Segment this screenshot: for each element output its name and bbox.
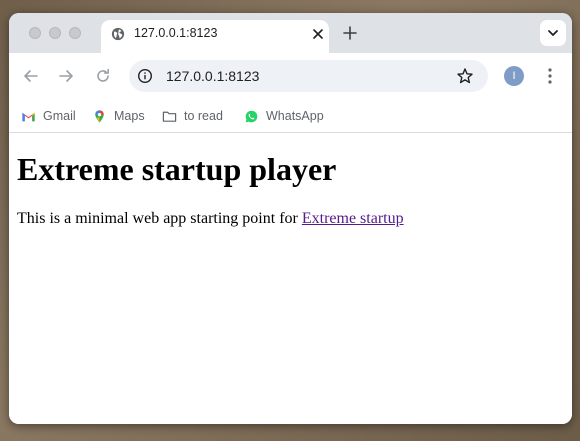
bookmarks-bar: Gmail Maps to read WhatsApp (9, 99, 572, 133)
profile-avatar[interactable]: I (504, 66, 524, 86)
more-menu-icon[interactable] (544, 66, 556, 86)
forward-button[interactable] (56, 66, 76, 86)
site-info-icon[interactable] (137, 68, 153, 84)
maps-icon (95, 109, 104, 123)
maximize-window-button[interactable] (69, 27, 81, 39)
tab-title: 127.0.0.1:8123 (134, 26, 218, 40)
url-text: 127.0.0.1:8123 (166, 68, 260, 84)
gmail-icon (22, 112, 35, 121)
close-tab-icon[interactable] (309, 25, 327, 43)
folder-icon (162, 111, 177, 122)
bookmark-whatsapp[interactable]: WhatsApp (244, 107, 324, 125)
bookmark-maps[interactable]: Maps (92, 107, 145, 125)
intro-paragraph: This is a minimal web app starting point… (17, 210, 564, 228)
bookmark-star-icon[interactable] (456, 67, 474, 85)
page-heading: Extreme startup player (17, 151, 337, 187)
bookmark-folder-to-read[interactable]: to read (162, 107, 223, 125)
bookmark-label: WhatsApp (266, 109, 324, 123)
extreme-startup-link[interactable]: Extreme startup (302, 210, 404, 227)
new-tab-button[interactable] (341, 24, 359, 42)
back-button[interactable] (21, 66, 41, 86)
tab-active[interactable]: 127.0.0.1:8123 (101, 20, 329, 53)
chevron-down-icon (548, 30, 558, 36)
globe-icon (111, 27, 125, 41)
bookmark-label: to read (184, 109, 223, 123)
address-bar[interactable]: 127.0.0.1:8123 (129, 60, 488, 92)
page-content: Extreme startup player This is a minimal… (9, 134, 572, 424)
tab-search-button[interactable] (540, 20, 566, 46)
close-window-button[interactable] (29, 27, 41, 39)
tab-strip: 127.0.0.1:8123 (9, 13, 572, 53)
minimize-window-button[interactable] (49, 27, 61, 39)
browser-window: 127.0.0.1:8123 127.0.0.1:8123 I Gmail Ma… (9, 13, 572, 424)
toolbar: 127.0.0.1:8123 I (9, 53, 572, 99)
bookmark-gmail[interactable]: Gmail (21, 107, 76, 125)
bookmark-label: Gmail (43, 109, 76, 123)
whatsapp-icon (245, 110, 258, 122)
bookmark-label: Maps (114, 109, 145, 123)
intro-text: This is a minimal web app starting point… (17, 210, 302, 228)
reload-button[interactable] (93, 66, 113, 86)
